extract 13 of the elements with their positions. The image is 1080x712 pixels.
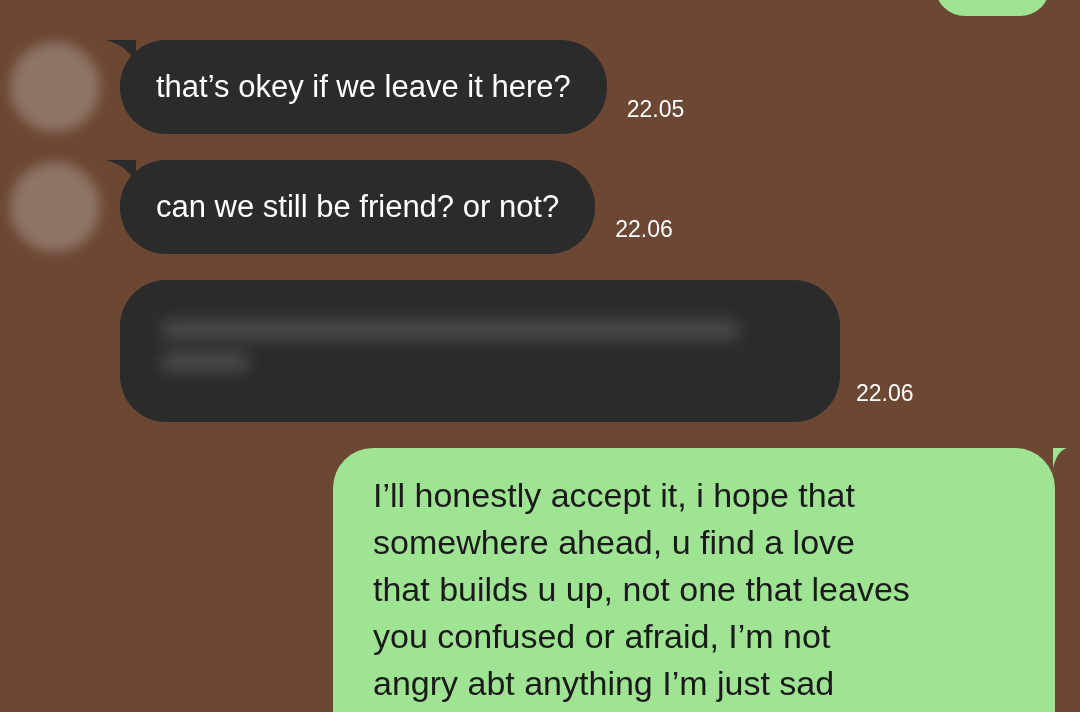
message-text: you confused or afraid, I’m not bbox=[373, 616, 832, 657]
message-time: 22.06 bbox=[615, 214, 673, 244]
bubble-tail-icon bbox=[1053, 448, 1067, 468]
message-time: 22.06 bbox=[856, 378, 914, 408]
received-bubble: can we still be friend? or not? bbox=[120, 160, 596, 254]
message-text: I’ll honestly accept it, i hope that bbox=[373, 475, 856, 516]
avatar[interactable] bbox=[10, 162, 100, 252]
message-text: that builds u up, not one that leaves bbox=[373, 569, 911, 610]
received-bubble: that’s okey if we leave it here? bbox=[120, 40, 607, 134]
message-text: angry abt anything I’m just sad bbox=[373, 663, 836, 704]
avatar[interactable] bbox=[10, 42, 100, 132]
message-text: somewhere ahead, u find a love bbox=[373, 522, 856, 563]
message-time: 22.05 bbox=[626, 94, 685, 124]
